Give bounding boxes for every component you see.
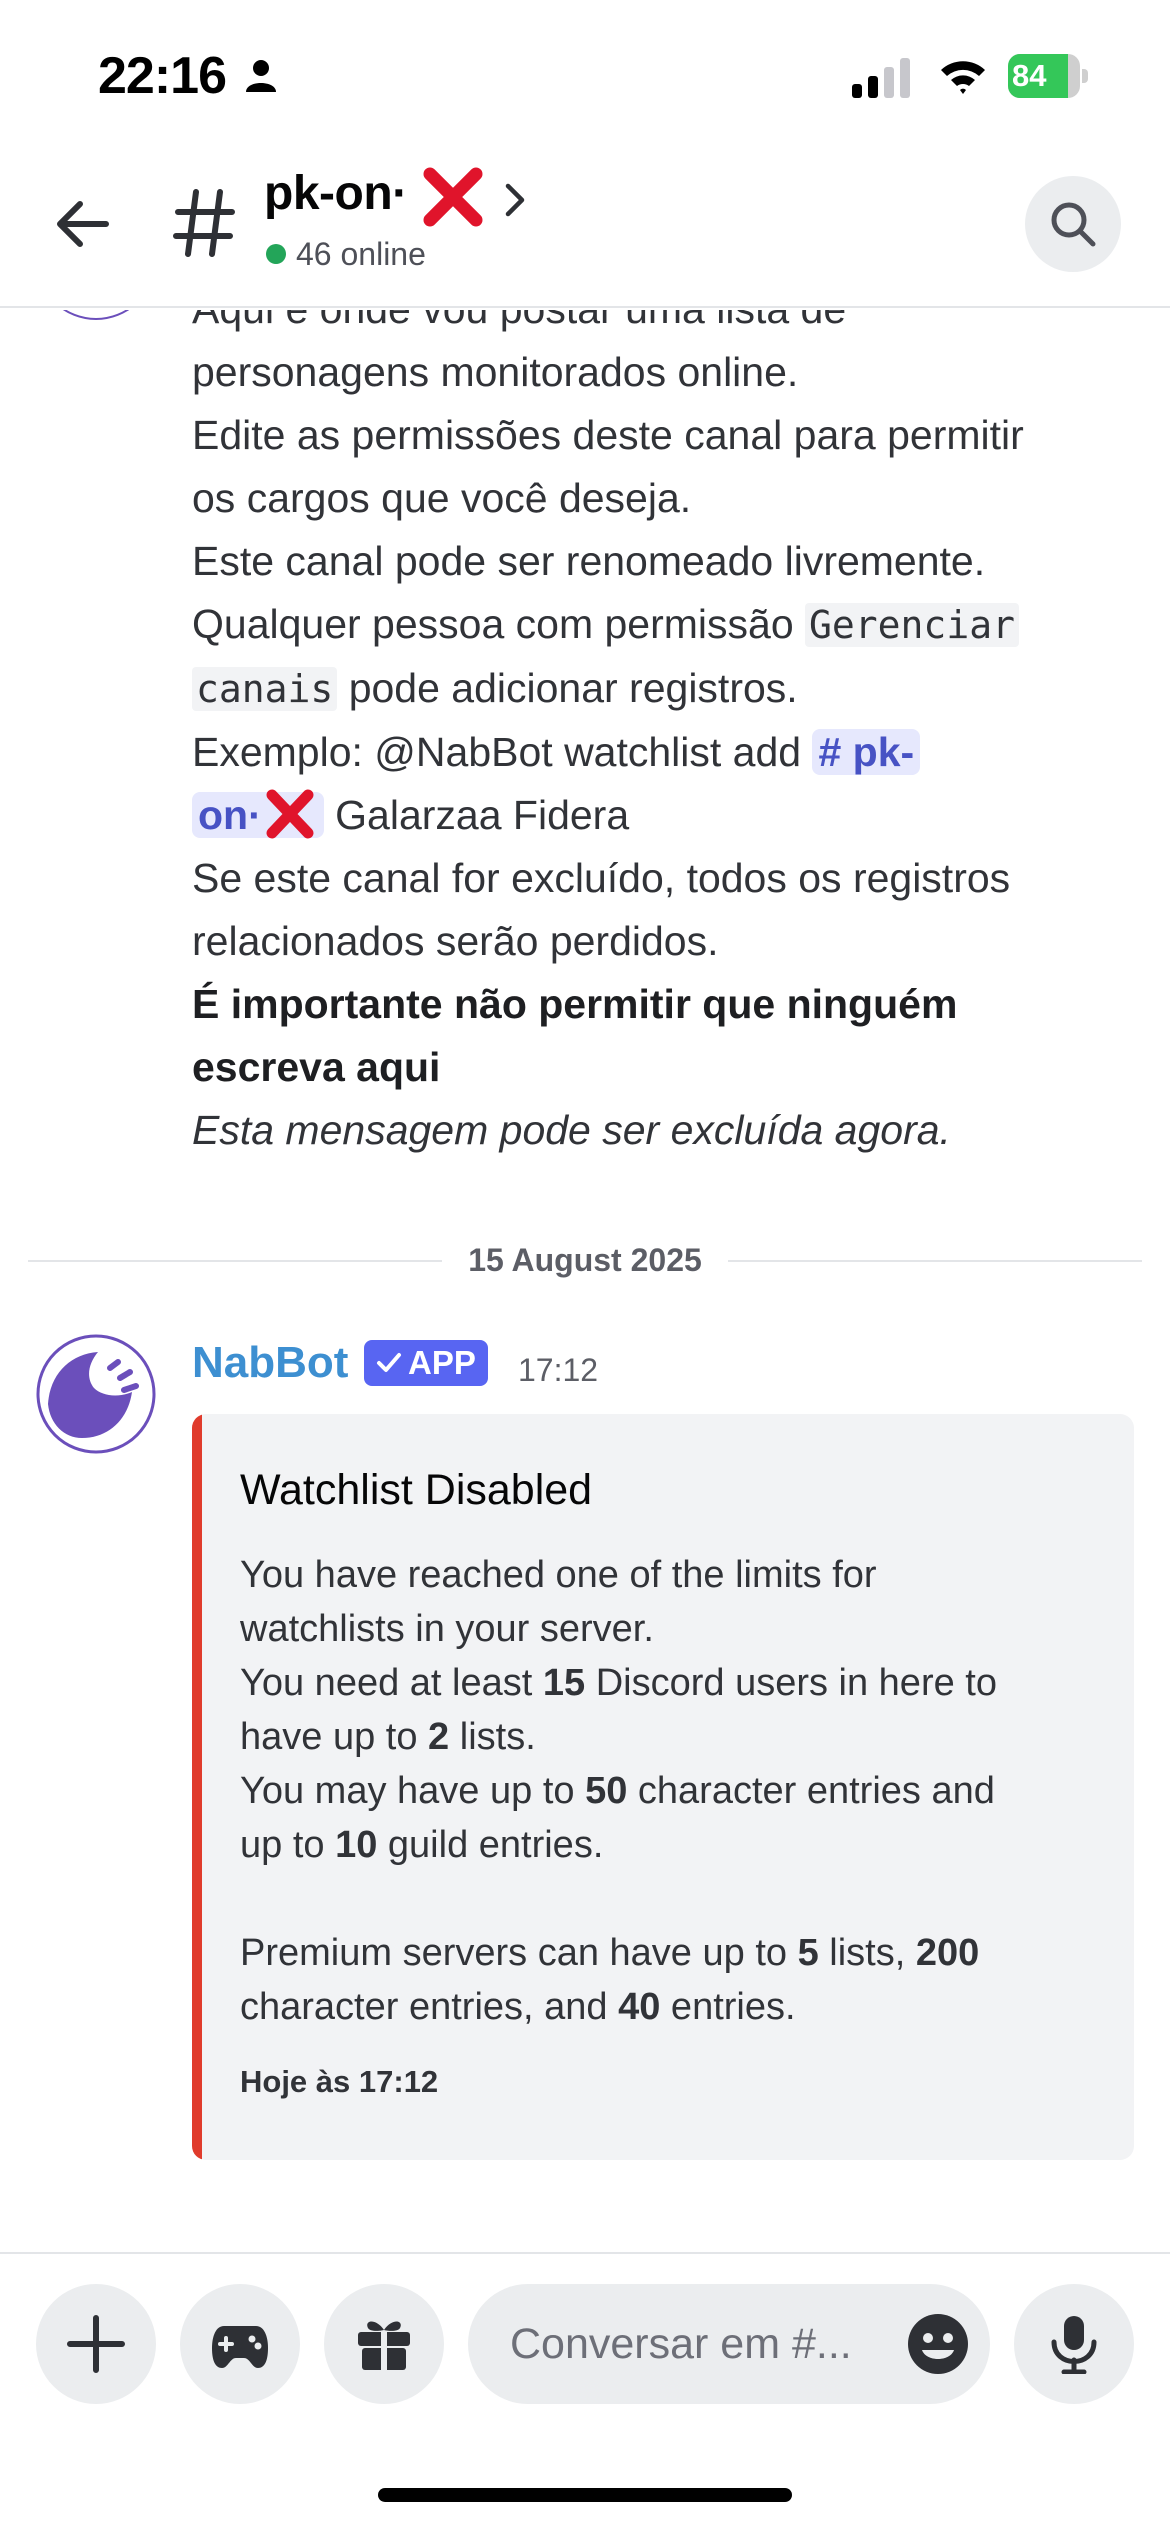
embed-line: character entries, and 40 entries. [240,1980,1100,2034]
battery-indicator: 84 [1008,54,1088,98]
signal-icon [852,58,910,98]
voice-button[interactable] [1014,2284,1134,2404]
embed-bold: 15 [542,1662,586,1704]
embed-bold: 200 [915,1932,980,1974]
battery-percent: 84 [1012,58,1047,93]
message-timestamp: 17:12 [518,1352,599,1388]
author-name[interactable]: NabBot [192,1338,348,1388]
embed-description: You have reached one of the limits for w… [240,1548,1100,2034]
embed-text: guild entries. [377,1824,604,1866]
embed-line: watchlists in your server. [240,1608,654,1650]
check-icon [377,1353,401,1372]
message-text: pode adicionar registros. [348,665,798,711]
back-icon[interactable] [52,194,112,254]
red-x-icon [266,789,314,839]
previous-message-text: Aqui é onde vou postar uma lista de pers… [192,310,1142,1162]
embed-line: You have reached one of the limits for [240,1554,877,1596]
embed-bold: 50 [585,1770,628,1812]
nabbot-logo-icon [36,1334,156,1454]
message-line: relacionados serão perdidos. [192,918,719,964]
embed: Watchlist Disabled You have reached one … [192,1414,1134,2160]
message-text: Exemplo: @NabBot watchlist add [192,729,802,775]
message-line-italic: Esta mensagem pode ser excluída agora. [192,1107,951,1153]
message-line: Se este canal for excluído, todos os reg… [192,855,1011,901]
embed-text: lists. [449,1716,536,1758]
code-inline: canais [192,667,338,711]
embed-spacer [240,1872,1100,1926]
channel-name[interactable]: pk-on· [264,166,408,221]
emoji-icon[interactable] [906,2312,970,2376]
message-line: Exemplo: @NabBot watchlist add # pk- [192,721,1142,784]
embed-text: You may have up to [240,1770,586,1812]
chevron-right-icon[interactable] [500,180,528,220]
embed-bold: 40 [618,1986,661,2028]
embed-title: Watchlist Disabled [240,1466,593,1514]
avatar[interactable] [36,1334,156,1454]
app-badge: APP [364,1340,488,1386]
embed-bold: 10 [335,1824,378,1866]
message-line: on· Galarzaa Fidera [192,784,1142,847]
gift-icon [358,2321,410,2370]
message-line-bold: escreva aqui [192,1044,441,1090]
status-bar: 22:16 84 [0,0,1170,150]
activities-button[interactable] [180,2284,300,2404]
mention-text: on· [198,792,262,838]
home-indicator [378,2488,792,2502]
red-x-icon [423,167,483,227]
channel-header: pk-on· 46 online [0,150,1170,308]
channel-mention-continued[interactable]: on· [192,789,324,839]
gamepad-icon [212,2326,268,2368]
embed-line: You need at least 15 Discord users in he… [240,1656,1100,1710]
embed-bold: 5 [797,1932,819,1974]
online-dot [266,244,286,264]
embed-color-bar [192,1414,202,2160]
embed-text: entries. [660,1986,796,2028]
embed-footer: Hoje às 17:12 [240,2064,439,2099]
code-inline: Gerenciar [805,603,1019,647]
message-line: Aqui é onde vou postar uma lista de [192,310,1142,341]
message-text: Galarzaa Fidera [335,792,630,838]
embed-text: character entries, and [240,1986,619,2028]
embed-text: You need at least [240,1662,543,1704]
app-badge-label: APP [408,1344,476,1381]
message-line: os cargos que você deseja. [192,475,692,521]
search-icon [1051,202,1096,247]
embed-text: Premium servers can have up to [240,1932,798,1974]
message-line-bold: É importante não permitir que ninguém [192,981,958,1027]
hash-icon [173,189,235,257]
date-divider: 15 August 2025 [28,1240,1142,1280]
message-text: Qualquer pessoa com permissão [192,601,794,647]
add-button[interactable] [36,2284,156,2404]
online-status: 46 online [266,236,426,273]
embed-text: Discord users in here to [585,1662,997,1704]
message-input[interactable]: Conversar em #... [468,2284,990,2404]
message-line: personagens monitorados online. [192,349,799,395]
clock: 22:16 [98,47,227,105]
channel-mention[interactable]: # pk- [812,729,921,775]
embed-line: up to 10 guild entries. [240,1818,1100,1872]
embed-text: lists, [818,1932,916,1974]
embed-text: up to [240,1824,336,1866]
embed-line: Premium servers can have up to 5 lists, … [240,1926,1100,1980]
embed-bold: 2 [428,1716,450,1758]
message-list[interactable]: Aqui é onde vou postar uma lista de pers… [0,310,1170,2252]
embed-text: have up to [240,1716,429,1758]
message-line: canais pode adicionar registros. [192,657,1142,721]
search-button[interactable] [1025,176,1121,272]
embed-line: You may have up to 50 character entries … [240,1764,1100,1818]
online-count: 46 online [296,236,426,272]
wifi-icon [941,61,985,94]
date-divider-text: 15 August 2025 [442,1242,728,1278]
mic-icon [1051,2316,1097,2374]
person-icon [246,60,276,92]
message-line: Qualquer pessoa com permissão Gerenciar [192,593,1142,657]
embed-text: character entries and [627,1770,995,1812]
embed-line: have up to 2 lists. [240,1710,1100,1764]
message-line: Este canal pode ser renomeado livremente… [192,538,986,584]
avatar[interactable] [36,310,156,320]
plus-icon [67,2315,125,2373]
message-input-placeholder: Conversar em #... [510,2320,852,2368]
gift-button[interactable] [324,2284,444,2404]
message-line: Edite as permissões deste canal para per… [192,412,1024,458]
